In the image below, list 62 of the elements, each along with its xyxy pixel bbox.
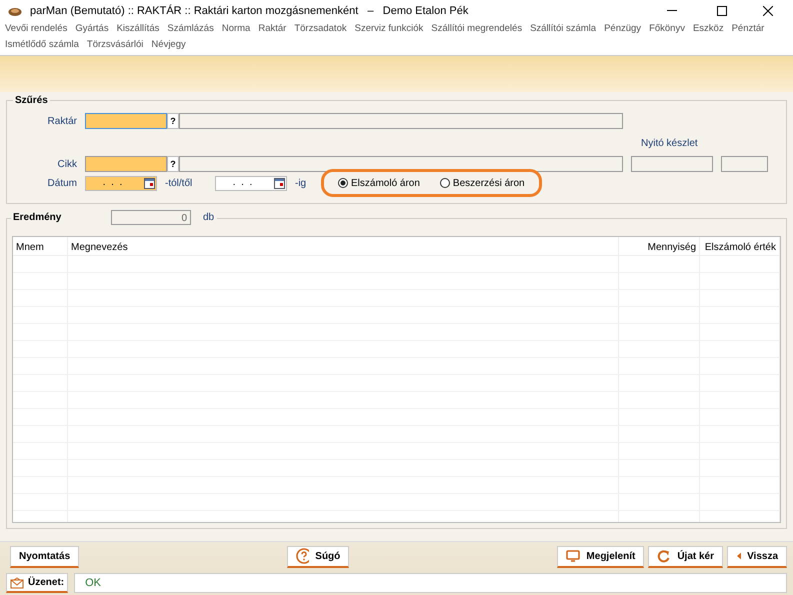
monitor-icon xyxy=(566,550,580,562)
opening-stock-value-field xyxy=(721,156,768,172)
field-label: Raktár xyxy=(46,114,78,128)
section-title: Eredmény xyxy=(12,210,62,224)
menu-item[interactable]: Szállítói megrendelés xyxy=(431,22,522,36)
result-count: 0 xyxy=(111,210,191,224)
radio-label[interactable]: Beszerzési áron xyxy=(452,176,525,190)
menu-item[interactable]: Pénzügy xyxy=(604,22,642,36)
menu-item[interactable]: Gyártás xyxy=(75,22,109,36)
date-field[interactable]: . . . xyxy=(85,176,157,190)
status-message: OK xyxy=(85,576,102,591)
menu-item[interactable]: Vevői rendelés xyxy=(5,22,68,36)
menu-item[interactable]: Főkönyv xyxy=(649,22,685,36)
menu-item[interactable]: Ismétlődő számla xyxy=(5,38,79,52)
date-field[interactable]: . . . xyxy=(215,176,287,190)
menu-item[interactable]: Törzsvásárlói xyxy=(86,38,144,52)
action-button[interactable]: Vissza xyxy=(727,546,788,568)
radio-button[interactable] xyxy=(440,178,450,188)
calendar-icon[interactable] xyxy=(144,178,155,188)
menu-item[interactable]: Szállítói számla xyxy=(530,22,596,36)
item-input[interactable] xyxy=(85,156,167,172)
lookup-button[interactable]: ? xyxy=(167,156,179,172)
window-title: parMan (Bemutató) :: RAKTÁR :: Raktári karton mozgásnemenként – Demo Etalon Pék xyxy=(30,4,468,19)
menu-item[interactable]: Pénztár xyxy=(732,22,764,36)
action-button[interactable]: Újat kér xyxy=(648,546,724,568)
column-header: Mennyiség xyxy=(648,242,696,252)
envelope-icon xyxy=(10,576,24,588)
refresh-icon xyxy=(657,549,672,563)
field-label: Dátum xyxy=(46,176,78,190)
menu-item[interactable]: Eszköz xyxy=(692,22,724,36)
back-arrow-icon xyxy=(736,550,742,562)
calendar-icon[interactable] xyxy=(274,178,285,188)
lookup-button[interactable]: ? xyxy=(167,113,179,129)
action-button[interactable]: Súgó xyxy=(287,546,350,568)
menu-item[interactable]: Névjegy xyxy=(151,38,186,52)
menu-item[interactable]: Számlázás xyxy=(167,22,214,36)
message-label: Üzenet: xyxy=(6,573,68,593)
column-header: Elszámoló érték xyxy=(704,242,776,252)
menu-item[interactable]: Kiszállítás xyxy=(116,22,160,36)
date-value: . . . xyxy=(102,178,122,188)
menu-item[interactable]: Raktár xyxy=(258,22,286,36)
menu-item[interactable]: Norma xyxy=(222,22,250,36)
column-header: Megnevezés xyxy=(71,242,128,252)
field-label: Cikk xyxy=(56,158,78,172)
menu-item[interactable]: Törzsadatok xyxy=(294,22,347,36)
field-label: -tól/től xyxy=(165,176,194,190)
maximize-icon[interactable] xyxy=(717,6,727,16)
field-label: -ig xyxy=(295,176,308,190)
unit-label: db xyxy=(203,210,216,224)
column-header: Mnem xyxy=(16,242,44,252)
radio-button[interactable] xyxy=(338,178,348,188)
warehouse-input[interactable] xyxy=(85,113,167,129)
radio-label[interactable]: Elszámoló áron xyxy=(351,176,420,190)
action-button[interactable]: Megjelenít xyxy=(557,546,644,568)
menu-item[interactable]: Szerviz funkciók xyxy=(354,22,424,36)
date-value: . . . xyxy=(232,178,252,188)
close-icon[interactable] xyxy=(763,6,773,16)
opening-stock-label: Nyitó készlet xyxy=(641,136,698,150)
minimize-icon[interactable] xyxy=(667,10,677,12)
help-icon xyxy=(296,548,310,564)
app-logo-icon xyxy=(8,6,22,16)
action-button[interactable]: Nyomtatás xyxy=(10,546,80,568)
